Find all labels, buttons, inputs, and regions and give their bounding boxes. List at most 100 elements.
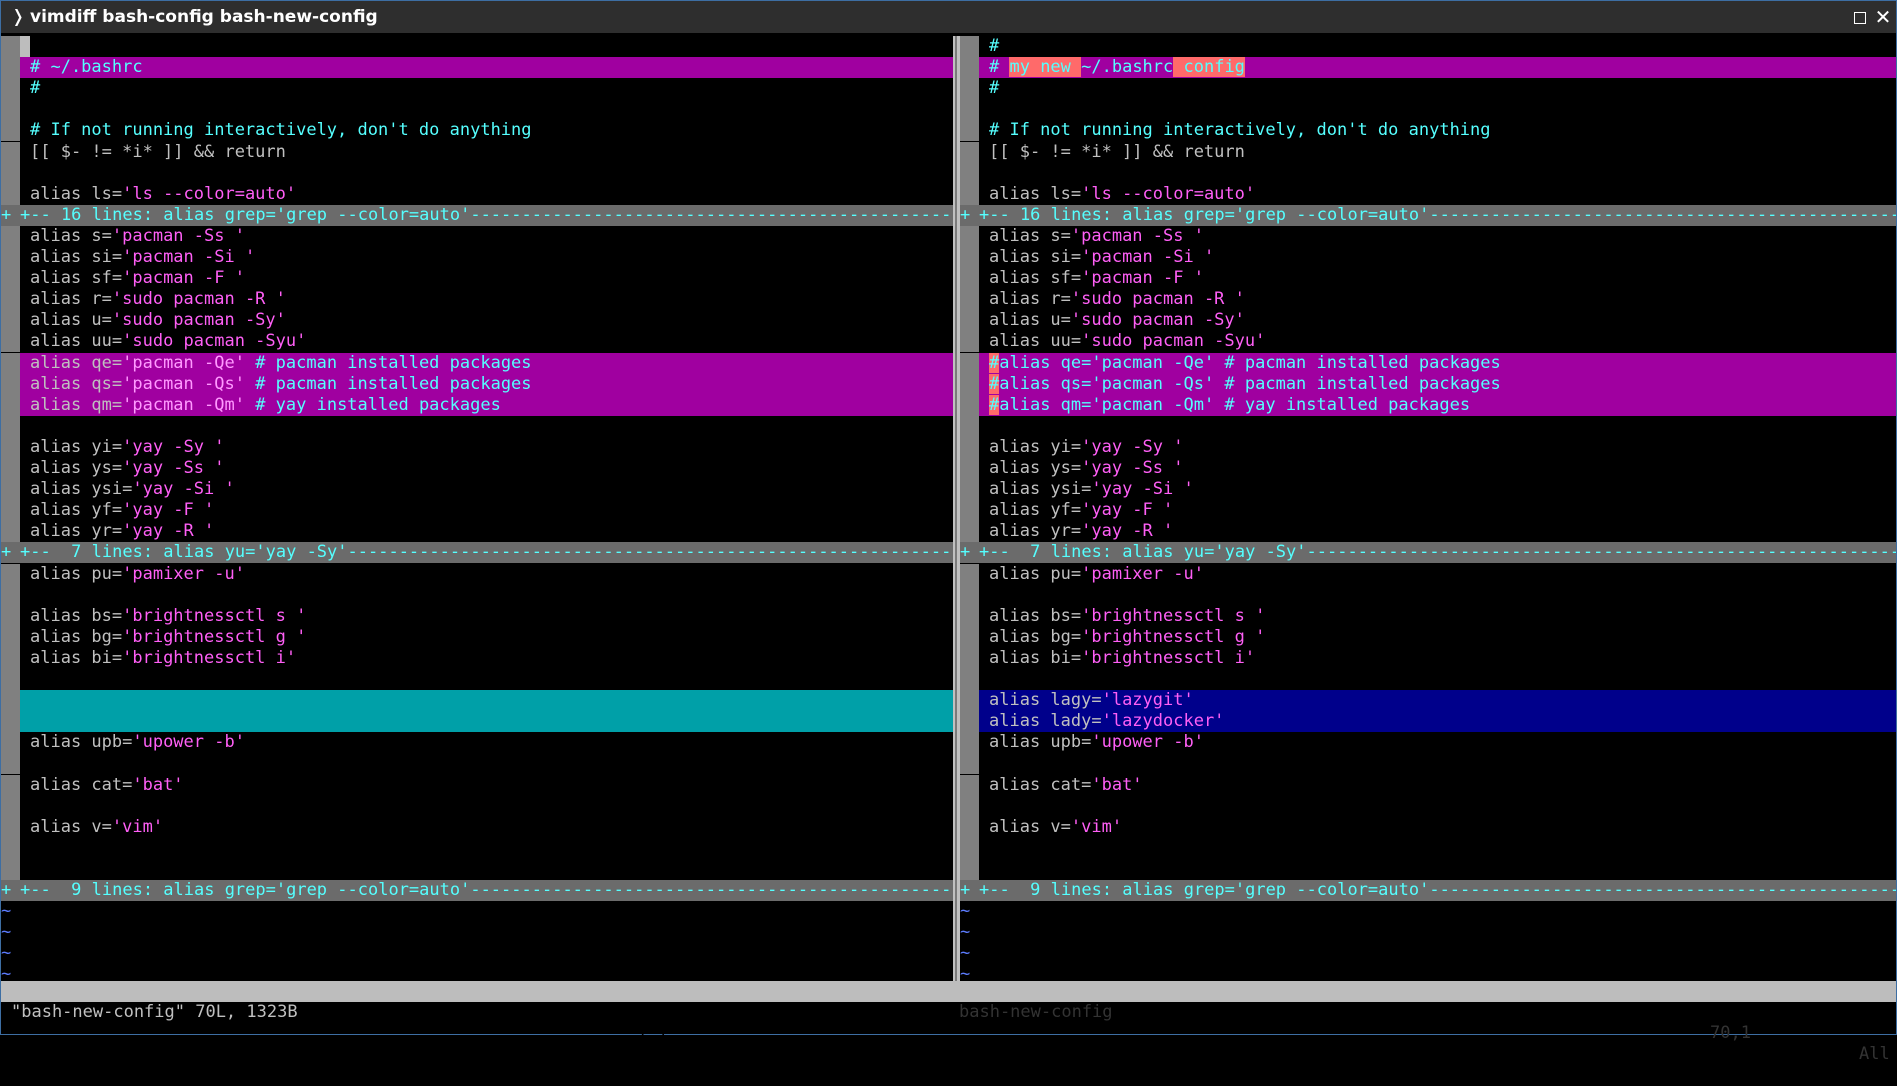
fold-line[interactable]: + +-- 7 lines: alias yu='yay -Sy'--------… <box>960 542 1896 563</box>
code-line[interactable]: # <box>960 36 1896 57</box>
command-line[interactable]: "bash-new-config" 70L, 1323B <box>11 1002 298 1023</box>
code-line[interactable]: # If not running interactively, don't do… <box>1 120 953 141</box>
empty-line-marker[interactable]: ~ <box>960 943 1896 964</box>
maximize-icon[interactable] <box>1850 7 1870 27</box>
diff-changed-line[interactable]: # ~/.bashrc <box>1 57 953 78</box>
code-line[interactable] <box>1 669 953 690</box>
diff-changed-line[interactable]: #alias qm='pacman -Qm' # yay installed p… <box>960 395 1896 416</box>
code-line[interactable]: alias bg='brightnessctl g ' <box>1 627 953 648</box>
fold-line[interactable]: + +-- 9 lines: alias grep='grep --color=a… <box>960 880 1896 901</box>
code-line[interactable]: alias sf='pacman -F ' <box>960 268 1896 289</box>
code-line[interactable]: alias ysi='yay -Si ' <box>1 479 953 500</box>
code-line[interactable] <box>1 585 953 606</box>
code-line[interactable]: alias v='vim' <box>960 817 1896 838</box>
empty-line-marker[interactable]: ~ <box>1 901 953 922</box>
code-line[interactable] <box>960 838 1896 859</box>
code-line[interactable]: alias pu='pamixer -u' <box>1 564 953 585</box>
code-line[interactable]: alias bs='brightnessctl s ' <box>960 606 1896 627</box>
code-line[interactable]: alias yi='yay -Sy ' <box>1 437 953 458</box>
code-line[interactable]: alias yf='yay -F ' <box>1 500 953 521</box>
code-line[interactable] <box>1 99 953 120</box>
empty-line-marker[interactable]: ~ <box>1 964 953 981</box>
diff-changed-line[interactable]: #alias qs='pacman -Qs' # pacman installe… <box>960 374 1896 395</box>
code-line[interactable]: [[ $- != *i* ]] && return <box>1 142 953 163</box>
diff-changed-line[interactable]: alias qs='pacman -Qs' # pacman installed… <box>1 374 953 395</box>
left-buffer-pane[interactable]: # ~/.bashrc # # If not running interactive… <box>1 36 953 981</box>
empty-line-marker[interactable]: ~ <box>1 943 953 964</box>
code-line[interactable]: alias bi='brightnessctl i' <box>960 648 1896 669</box>
empty-line-marker[interactable]: ~ <box>960 964 1896 981</box>
code-token: 'pamixer -u' <box>122 564 245 584</box>
code-line[interactable]: alias uu='sudo pacman -Syu' <box>960 331 1896 352</box>
code-line[interactable]: alias ls='ls --color=auto' <box>1 184 953 205</box>
code-line[interactable] <box>960 753 1896 774</box>
diff-changed-line[interactable]: alias qm='pacman -Qm' # yay installed pa… <box>1 395 953 416</box>
code-line[interactable]: alias r='sudo pacman -R ' <box>1 289 953 310</box>
code-line[interactable] <box>960 416 1896 437</box>
diff-filler-line[interactable] <box>1 690 953 711</box>
empty-line-marker[interactable]: ~ <box>960 922 1896 943</box>
code-line[interactable]: alias pu='pamixer -u' <box>960 564 1896 585</box>
diff-changed-line[interactable]: alias qe='pacman -Qe' # pacman installed… <box>1 353 953 374</box>
code-line[interactable]: alias s='pacman -Ss ' <box>1 226 953 247</box>
code-line[interactable]: alias u='sudo pacman -Sy' <box>1 310 953 331</box>
empty-line-marker[interactable]: ~ <box>960 901 1896 922</box>
code-line[interactable]: alias bi='brightnessctl i' <box>1 648 953 669</box>
diff-changed-line[interactable]: #alias qe='pacman -Qe' # pacman installe… <box>960 353 1896 374</box>
code-line[interactable]: alias ysi='yay -Si ' <box>960 479 1896 500</box>
code-line[interactable] <box>960 163 1896 184</box>
code-line[interactable] <box>960 859 1896 880</box>
sign-column <box>1 859 20 880</box>
code-line[interactable] <box>960 669 1896 690</box>
code-line[interactable] <box>1 163 953 184</box>
diff-added-line[interactable]: alias lagy='lazygit' <box>960 690 1896 711</box>
code-line[interactable] <box>1 416 953 437</box>
code-line[interactable]: alias yr='yay -R ' <box>960 521 1896 542</box>
vertical-split-separator[interactable] <box>953 36 960 981</box>
code-line[interactable]: alias bg='brightnessctl g ' <box>960 627 1896 648</box>
code-line[interactable]: alias ls='ls --color=auto' <box>960 184 1896 205</box>
code-line[interactable] <box>960 99 1896 120</box>
code-line[interactable]: alias r='sudo pacman -R ' <box>960 289 1896 310</box>
diff-added-line[interactable]: alias lady='lazydocker' <box>960 711 1896 732</box>
code-line[interactable]: alias si='pacman -Si ' <box>1 247 953 268</box>
code-line[interactable]: alias yi='yay -Sy ' <box>960 437 1896 458</box>
code-line[interactable]: alias yf='yay -F ' <box>960 500 1896 521</box>
empty-line-marker[interactable]: ~ <box>1 922 953 943</box>
code-line[interactable]: alias uu='sudo pacman -Syu' <box>1 331 953 352</box>
code-line[interactable]: # <box>960 78 1896 99</box>
code-line[interactable]: alias v='vim' <box>1 817 953 838</box>
code-line[interactable]: # If not running interactively, don't do… <box>960 120 1896 141</box>
code-line[interactable] <box>1 796 953 817</box>
code-line[interactable]: alias s='pacman -Ss ' <box>960 226 1896 247</box>
sign-column <box>960 585 979 606</box>
diff-filler-line[interactable] <box>1 711 953 732</box>
code-line[interactable]: alias sf='pacman -F ' <box>1 268 953 289</box>
code-line[interactable]: [[ $- != *i* ]] && return <box>960 142 1896 163</box>
code-line[interactable] <box>1 753 953 774</box>
code-line[interactable]: # <box>1 78 953 99</box>
sign-column <box>1 416 20 437</box>
fold-line[interactable]: + +-- 16 lines: alias grep='grep --color=… <box>960 205 1896 226</box>
code-line[interactable] <box>1 838 953 859</box>
code-line[interactable]: alias cat='bat' <box>960 775 1896 796</box>
fold-line[interactable]: + +-- 7 lines: alias yu='yay -Sy'--------… <box>1 542 953 563</box>
code-line[interactable]: alias u='sudo pacman -Sy' <box>960 310 1896 331</box>
code-line[interactable] <box>960 585 1896 606</box>
diff-changed-line[interactable]: # my new ~/.bashrc config <box>960 57 1896 78</box>
code-line[interactable]: alias ys='yay -Ss ' <box>960 458 1896 479</box>
code-line[interactable] <box>1 36 953 57</box>
code-line[interactable]: alias upb='upower -b' <box>960 732 1896 753</box>
code-line[interactable] <box>960 796 1896 817</box>
code-line[interactable]: alias ys='yay -Ss ' <box>1 458 953 479</box>
close-icon[interactable]: ✕ <box>1873 7 1893 27</box>
code-line[interactable]: alias bs='brightnessctl s ' <box>1 606 953 627</box>
code-line[interactable]: alias yr='yay -R ' <box>1 521 953 542</box>
code-line[interactable]: alias upb='upower -b' <box>1 732 953 753</box>
code-line[interactable]: alias cat='bat' <box>1 775 953 796</box>
right-buffer-pane[interactable]: # # my new ~/.bashrc config # # If not runn… <box>960 36 1896 981</box>
fold-line[interactable]: + +-- 9 lines: alias grep='grep --color=a… <box>1 880 953 901</box>
fold-line[interactable]: + +-- 16 lines: alias grep='grep --color=… <box>1 205 953 226</box>
code-line[interactable]: alias si='pacman -Si ' <box>960 247 1896 268</box>
code-line[interactable] <box>1 859 953 880</box>
